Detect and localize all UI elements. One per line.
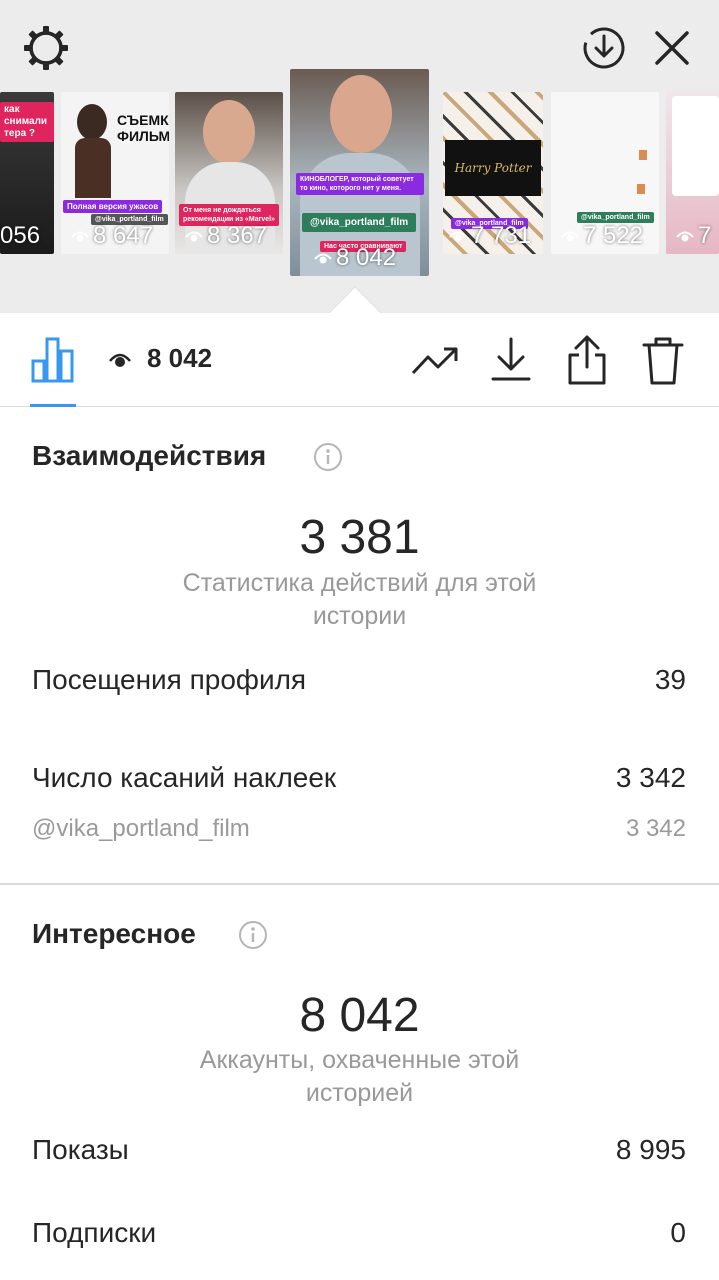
info-icon[interactable]	[313, 442, 343, 472]
sticker-taps-label: Число касаний наклеек	[32, 762, 337, 793]
story-views: 7 522	[551, 222, 659, 250]
close-icon[interactable]	[646, 22, 698, 74]
story-caption: как снимали тера ?	[0, 102, 54, 142]
discovery-total: 8 042	[299, 989, 420, 1042]
active-tab-indicator	[30, 404, 76, 407]
gear-icon[interactable]	[20, 22, 72, 74]
profile-visits-label: Посещения профиля	[32, 664, 307, 695]
eye-icon	[108, 349, 132, 369]
story-views-count: 8 647	[93, 222, 154, 249]
story-views-count: 8 042	[336, 244, 397, 271]
story-toolbar: 8 042	[0, 313, 719, 407]
story-views-count: 056	[0, 222, 41, 249]
info-icon[interactable]	[238, 920, 268, 950]
story-thumbnail[interactable]: 7	[666, 92, 719, 254]
story-sticker	[639, 150, 647, 160]
story-views: 8 367	[175, 222, 283, 250]
story-views-count: 7 522	[583, 222, 644, 249]
person-image	[203, 100, 255, 164]
bar-chart-icon[interactable]	[30, 335, 76, 383]
sticker-handle-value: 3 342	[625, 815, 686, 842]
story-thumbnail[interactable]: как снимали тера ? 056	[0, 92, 54, 254]
trash-icon[interactable]	[640, 333, 686, 387]
eye-icon	[676, 231, 694, 242]
person-image	[77, 104, 107, 140]
sticker-taps-value: 3 342	[615, 762, 686, 793]
eye-icon	[314, 253, 332, 264]
discovery-subtitle: Аккаунты, охваченные этой историей	[199, 1046, 520, 1107]
story-views: 8 042	[290, 244, 429, 272]
story-views: 056	[0, 222, 54, 250]
eye-icon	[561, 231, 579, 242]
eye-icon	[449, 231, 467, 242]
interactions-subtitle: Статистика действий для этой истории	[182, 569, 537, 630]
interactions-total: 3 381	[299, 511, 420, 564]
story-image: Harry Potter	[445, 140, 541, 196]
story-views: 8 647	[61, 222, 169, 250]
story-tag: Полная версия ужасов	[63, 200, 163, 213]
story-image	[672, 96, 719, 196]
story-views: 7 731	[443, 222, 543, 250]
story-thumbnail-current[interactable]: КИНОБЛОГЕР, который советует то кино, ко…	[290, 69, 429, 276]
story-views: 7	[666, 222, 719, 250]
story-views-count: 7	[698, 222, 712, 249]
follows-label: Подписки	[32, 1217, 157, 1248]
story-sticker	[637, 184, 645, 194]
impressions-value: 8 995	[615, 1134, 686, 1165]
story-views-count: 7 731	[471, 222, 532, 249]
story-thumbnail[interactable]: От меня не дождаться рекомендации из «Ma…	[175, 92, 283, 254]
impressions-label: Показы	[32, 1134, 129, 1165]
eye-icon	[185, 231, 203, 242]
story-views-count: 8 367	[207, 222, 268, 249]
person-image	[330, 75, 392, 153]
story-thumbnail[interactable]: Harry Potter @vika_portland_film 7 731	[443, 92, 543, 254]
story-handle: @vika_portland_film	[302, 213, 417, 232]
trend-icon[interactable]	[410, 337, 460, 381]
story-thumbnail[interactable]: СЪЕМКИ ФИЛЬМА Полная версия ужасов @vika…	[61, 92, 169, 254]
section-divider	[0, 883, 719, 885]
sticker-handle-label: @vika_portland_film	[32, 815, 250, 842]
follows-value: 0	[670, 1217, 686, 1248]
download-circle-icon[interactable]	[578, 22, 630, 74]
story-caption: Harry Potter	[454, 161, 532, 175]
eye-icon	[71, 231, 89, 242]
story-caption: СЪЕМКИ ФИЛЬМА	[117, 112, 169, 144]
views-count: 8 042	[147, 343, 213, 373]
share-icon[interactable]	[564, 333, 610, 387]
person-body	[75, 138, 111, 198]
story-thumbnail[interactable]: @vika_portland_film 7 522	[551, 92, 659, 254]
interactions-title: Взаимодействия	[32, 440, 267, 471]
profile-visits-value: 39	[654, 664, 686, 695]
download-icon[interactable]	[488, 335, 534, 385]
discovery-title: Интересное	[32, 918, 196, 949]
story-strip-area: как снимали тера ? 056 СЪЕМКИ ФИЛЬМА Пол…	[0, 0, 719, 340]
story-caption: КИНОБЛОГЕР, который советует то кино, ко…	[296, 173, 424, 195]
